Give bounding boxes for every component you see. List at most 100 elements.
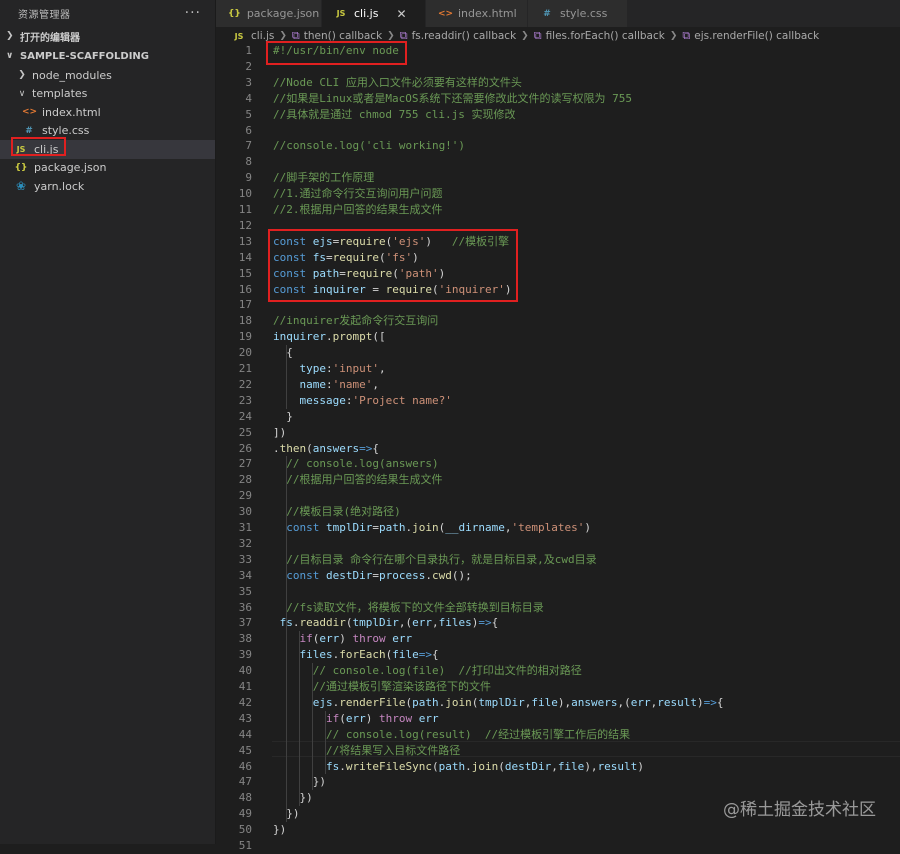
code-editor[interactable]: 1 #!/usr/bin/env node 2 3//Node CLI 应用入口文件必… bbox=[216, 44, 900, 852]
code-token: ,( bbox=[398, 616, 413, 630]
tree-item-label: node_modules bbox=[32, 68, 112, 82]
code-token: ) bbox=[637, 759, 644, 773]
method-icon: ⧉ bbox=[399, 29, 408, 42]
code-token: ,( bbox=[617, 695, 631, 709]
code-line: 46 fs.writeFileSync(path.join(destDir,fi… bbox=[216, 759, 900, 775]
code-token: files bbox=[299, 648, 333, 662]
tree-item[interactable]: ❀ yarn.lock bbox=[0, 177, 215, 196]
code-line: 2 bbox=[216, 59, 900, 75]
line-number: 11 bbox=[238, 203, 252, 216]
code-line: 19 inquirer.prompt([ bbox=[216, 329, 900, 345]
code-line: 30 //模板目录(绝对路径) bbox=[216, 504, 900, 520]
code-token: answers bbox=[312, 441, 360, 455]
code-line: 8 bbox=[216, 154, 900, 170]
breadcrumb-item[interactable]: cli.js bbox=[251, 30, 274, 42]
html-file-icon: <> bbox=[22, 107, 38, 118]
code-text: //fs读取文件，将模板下的文件全部转换到目标目录 bbox=[273, 600, 544, 616]
code-token: } bbox=[273, 409, 293, 423]
code-token: __dirname bbox=[445, 521, 505, 534]
code-token: //将结果写入目标文件路径 bbox=[325, 743, 461, 757]
code-token: => bbox=[418, 648, 432, 662]
code-token: forEach bbox=[339, 648, 386, 662]
code-text: const fs=require('fs') bbox=[273, 250, 419, 266]
more-actions-icon[interactable]: ··· bbox=[185, 5, 201, 21]
line-number: 26 bbox=[238, 441, 252, 455]
code-token: const bbox=[273, 250, 313, 264]
code-text: // console.log(answers) bbox=[273, 456, 438, 472]
close-icon[interactable]: ✕ bbox=[396, 7, 406, 21]
line-number: 5 bbox=[245, 107, 252, 121]
breadcrumb-item[interactable]: then() callback bbox=[304, 30, 382, 42]
tree-item[interactable]: ∨ templates bbox=[0, 85, 215, 104]
code-line: 45 //将结果写入目标文件路径 bbox=[216, 743, 900, 759]
json-file-icon: {} bbox=[228, 8, 241, 19]
line-number: 2 bbox=[245, 59, 252, 73]
breadcrumb-item[interactable]: fs.readdir() callback bbox=[412, 30, 517, 42]
code-text: //1.通过命令行交互询问用户问题 bbox=[273, 186, 443, 202]
code-line: 7 //console.log('cli working!') bbox=[216, 138, 900, 154]
tree-item[interactable]: # style.css bbox=[0, 122, 215, 141]
code-line: 31 const tmplDir=path.join(__dirname,'te… bbox=[216, 520, 900, 536]
code-token: readdir bbox=[299, 616, 346, 630]
tree-item[interactable]: JS cli.js bbox=[0, 140, 215, 159]
line-number: 45 bbox=[238, 743, 252, 757]
code-token: , bbox=[551, 759, 558, 773]
line-number: 30 bbox=[238, 505, 252, 519]
tab-style-css[interactable]: # style.css bbox=[528, 0, 628, 27]
code-token: 'name' bbox=[332, 377, 373, 391]
code-text: //将结果写入目标文件路径 bbox=[273, 743, 460, 759]
code-token: prompt bbox=[332, 330, 373, 344]
tree-item[interactable]: <> index.html bbox=[0, 103, 215, 122]
code-text: //inquirer发起命令行交互询问 bbox=[273, 313, 438, 329]
code-token: //模板目录(绝对路径) bbox=[286, 505, 401, 519]
code-token: ( bbox=[431, 759, 439, 773]
explorer-header: 资源管理器 ··· bbox=[0, 0, 215, 26]
code-token: renderFile bbox=[339, 695, 406, 709]
code-text: //模板目录(绝对路径) bbox=[273, 504, 401, 520]
code-text: ]) bbox=[273, 425, 286, 441]
file-tree: ❯ node_modules ∨ templates <> index.html # styl… bbox=[0, 66, 215, 196]
tab-index-html[interactable]: <> index.html bbox=[426, 0, 528, 27]
line-number: 14 bbox=[238, 250, 252, 264]
code-line: 34 const destDir=process.cwd(); bbox=[216, 568, 900, 584]
code-text: }) bbox=[273, 790, 312, 806]
code-line: 24 } bbox=[216, 409, 900, 425]
line-number: 4 bbox=[245, 91, 252, 105]
code-token: destDir bbox=[504, 759, 552, 773]
code-token: join bbox=[445, 695, 472, 709]
tab-cli-js[interactable]: JS cli.js ✕ bbox=[322, 0, 426, 27]
line-number: 9 bbox=[245, 171, 252, 185]
code-text: inquirer.prompt([ bbox=[273, 329, 386, 345]
code-token: ) bbox=[504, 282, 512, 296]
code-line: 47 }) bbox=[216, 774, 900, 790]
code-text: const inquirer = require('inquirer') bbox=[273, 282, 511, 298]
open-editors-section[interactable]: ❯ 打开的编辑器 bbox=[0, 26, 215, 46]
breadcrumb-item[interactable]: files.forEach() callback bbox=[546, 30, 665, 42]
code-token: = bbox=[326, 250, 333, 264]
chevron-right-icon: ❯ bbox=[387, 31, 395, 41]
code-line: 35 bbox=[216, 584, 900, 600]
explorer-title: 资源管理器 bbox=[18, 9, 71, 21]
tree-item[interactable]: {} package.json bbox=[0, 159, 215, 178]
code-text: //目标目录 命令行在哪个目录执行，就是目标目录,及cwd目录 bbox=[273, 552, 596, 568]
code-line: 37 fs.readdir(tmplDir,(err,files)=>{ bbox=[216, 615, 900, 631]
code-token: file bbox=[392, 648, 419, 662]
line-number: 8 bbox=[245, 155, 252, 169]
folder-section[interactable]: ∨ SAMPLE-SCAFFOLDING bbox=[0, 46, 215, 66]
code-token: 'input' bbox=[332, 362, 379, 375]
line-number: 42 bbox=[238, 695, 252, 709]
breadcrumb-item[interactable]: ejs.renderFile() callback bbox=[694, 30, 819, 42]
line-number: 1 bbox=[245, 44, 252, 57]
chevron-down-icon: ∨ bbox=[6, 51, 14, 61]
explorer-sidebar: 资源管理器 ··· ❯ 打开的编辑器 ∨ SAMPLE-SCAFFOLDING … bbox=[0, 0, 216, 844]
chevron-down-icon: ∨ bbox=[18, 88, 26, 99]
json-file-icon: {} bbox=[14, 162, 28, 173]
line-number: 22 bbox=[238, 377, 252, 391]
tab-package-json[interactable]: {} package.json bbox=[216, 0, 322, 27]
line-number: 49 bbox=[238, 807, 252, 821]
code-token: //1.通过命令行交互询问用户问题 bbox=[273, 187, 443, 201]
tree-item[interactable]: ❯ node_modules bbox=[0, 66, 215, 85]
